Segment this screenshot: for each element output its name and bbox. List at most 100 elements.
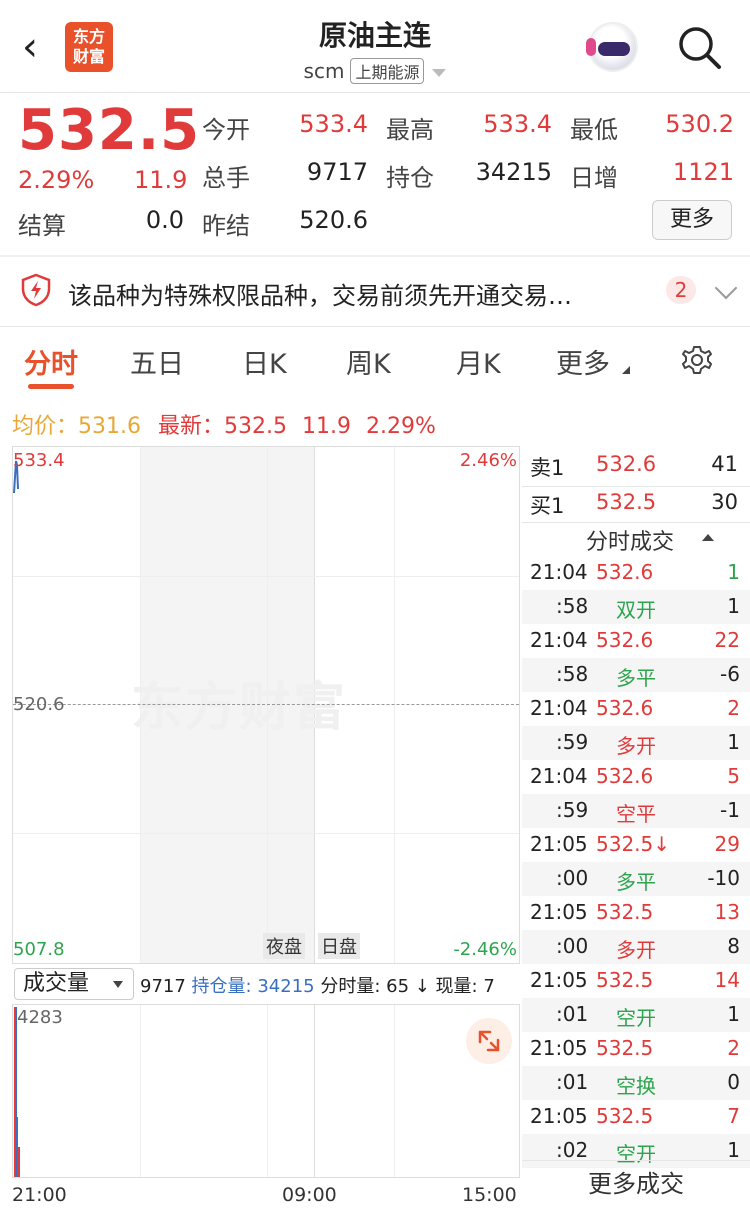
x-axis-mid: 09:00	[282, 1184, 337, 1206]
trade-row: 21:05 532.5↓ 29	[522, 828, 750, 862]
trade-seconds: :00	[556, 866, 589, 890]
low-label: 最低	[570, 116, 618, 144]
avg-value: 531.6	[78, 414, 141, 439]
quote-more-button[interactable]: 更多	[652, 200, 732, 240]
trade-action: 空平	[616, 802, 656, 826]
watermark: 东方财富	[131, 678, 348, 738]
price-info-line: 均价：531.6 最新：532.5 11.9 2.29%	[12, 408, 436, 440]
trade-row: 21:05 532.5 13	[522, 896, 750, 930]
trade-seconds: :58	[556, 662, 589, 686]
intraday-chart[interactable]: 东方财富 533.4 520.6 507.8 2.46% -2.46% 夜盘 日…	[12, 446, 520, 964]
trade-action: 多平	[616, 870, 656, 894]
daily-inc-label: 日增	[570, 164, 618, 192]
bid-volume: 30	[711, 490, 738, 514]
trade-time: 21:04	[530, 628, 588, 652]
assistant-robot-icon[interactable]	[586, 22, 638, 72]
y-axis-bottom: 507.8	[13, 939, 65, 960]
divider	[0, 92, 750, 93]
x-axis-start: 21:00	[12, 1184, 67, 1206]
trade-seconds: :01	[556, 1070, 589, 1094]
trade-row: 21:04 532.6 22	[522, 624, 750, 658]
more-trades-button[interactable]: 更多成交	[522, 1160, 750, 1206]
trade-price: 532.5	[596, 1104, 654, 1128]
trade-row: 21:04 532.6 5	[522, 760, 750, 794]
tick-volume: 分时量: 65 ↓ 现量: 7	[320, 976, 495, 997]
trade-price: 532.6	[596, 560, 654, 584]
shield-warning-icon	[21, 273, 51, 307]
trade-volume: 13	[714, 900, 740, 924]
ask-volume: 41	[711, 452, 738, 476]
y-axis-mid: 520.6	[13, 694, 65, 715]
bid-label: 买1	[530, 494, 565, 518]
trade-time: 21:05	[530, 832, 588, 856]
trade-action: 多平	[616, 666, 656, 690]
trade-detail-row: :01 空换 0	[522, 1066, 750, 1100]
volume-label: 总手	[202, 164, 250, 192]
trade-oi-change: -1	[720, 798, 740, 822]
instrument-subtitle[interactable]: scm 上期能源	[0, 58, 750, 84]
daily-inc-value: 1121	[672, 158, 734, 186]
expand-icon[interactable]	[466, 1018, 512, 1064]
tab-five-day[interactable]: 五日	[130, 342, 184, 381]
trade-seconds: :58	[556, 594, 589, 618]
trade-price: 532.5	[596, 900, 654, 924]
change-percent: 2.29%	[18, 166, 95, 194]
tab-intraday[interactable]: 分时	[24, 342, 78, 381]
trade-action: 空开	[616, 1006, 656, 1030]
gear-icon[interactable]	[680, 344, 714, 378]
trade-detail-row: :59 多开 1	[522, 726, 750, 760]
trade-row: 21:04 532.6 1	[522, 556, 750, 590]
trades-title[interactable]: 分时成交	[586, 524, 674, 556]
pct-axis-bottom: -2.46%	[453, 939, 517, 960]
pct-axis-top: 2.46%	[459, 450, 517, 471]
trade-price: 532.6	[596, 628, 654, 652]
trade-detail-row: :01 空开 1	[522, 998, 750, 1032]
trade-action: 多开	[616, 734, 656, 758]
trade-time: 21:04	[530, 764, 588, 788]
trade-time: 21:05	[530, 1104, 588, 1128]
search-icon[interactable]	[676, 24, 722, 70]
indicator-select[interactable]: 成交量	[14, 968, 134, 1000]
trade-oi-change: 8	[727, 934, 740, 958]
prev-settle-value: 520.6	[299, 206, 368, 234]
notice-count-badge: 2	[666, 276, 696, 304]
trade-price: 532.6	[596, 696, 654, 720]
trade-detail-row: :59 空平 -1	[522, 794, 750, 828]
settle-value: 0.0	[145, 206, 184, 234]
trade-volume: 2	[727, 696, 740, 720]
oi-label: 持仓量:	[191, 976, 258, 997]
notice-text: 该品种为特殊权限品种，交易前须先开通交易…	[68, 282, 572, 310]
volume-total: 9717	[140, 976, 186, 997]
prev-settle-label: 昨结	[202, 212, 250, 240]
open-label: 今开	[202, 116, 250, 144]
trade-row: 21:05 532.5 7	[522, 1100, 750, 1134]
oi-value: 34215	[257, 976, 315, 997]
ask-label: 卖1	[530, 456, 565, 480]
trade-action: 双开	[616, 598, 656, 622]
trade-seconds: :59	[556, 730, 589, 754]
trade-seconds: :00	[556, 934, 589, 958]
trade-time: 21:05	[530, 900, 588, 924]
trade-oi-change: -10	[707, 866, 740, 890]
tab-daily-k[interactable]: 日K	[242, 342, 287, 381]
change-amount: 11.9	[134, 166, 188, 194]
trade-volume: 1	[727, 560, 740, 584]
tab-monthly-k[interactable]: 月K	[456, 342, 501, 381]
trade-seconds: :02	[556, 1138, 589, 1162]
trade-time: 21:05	[530, 968, 588, 992]
volume-bar	[18, 1147, 20, 1177]
volume-chart[interactable]: 4283	[12, 1004, 520, 1178]
tab-more[interactable]: 更多	[556, 342, 610, 381]
low-value: 530.2	[665, 110, 734, 138]
trade-oi-change: 1	[727, 594, 740, 618]
prev-settle-line	[13, 704, 519, 705]
latest-value: 532.5	[224, 414, 287, 439]
tab-weekly-k[interactable]: 周K	[346, 342, 391, 381]
day-session-label: 日盘	[318, 933, 360, 959]
volume-max-label: 4283	[17, 1007, 63, 1028]
volume-info-line: 9717 持仓量: 34215 分时量: 65 ↓ 现量: 7	[140, 972, 520, 998]
trade-detail-row: :00 多平 -10	[522, 862, 750, 896]
trade-price: 532.5	[596, 968, 654, 992]
trade-detail-row: :58 双开 1	[522, 590, 750, 624]
trade-time: 21:05	[530, 1036, 588, 1060]
